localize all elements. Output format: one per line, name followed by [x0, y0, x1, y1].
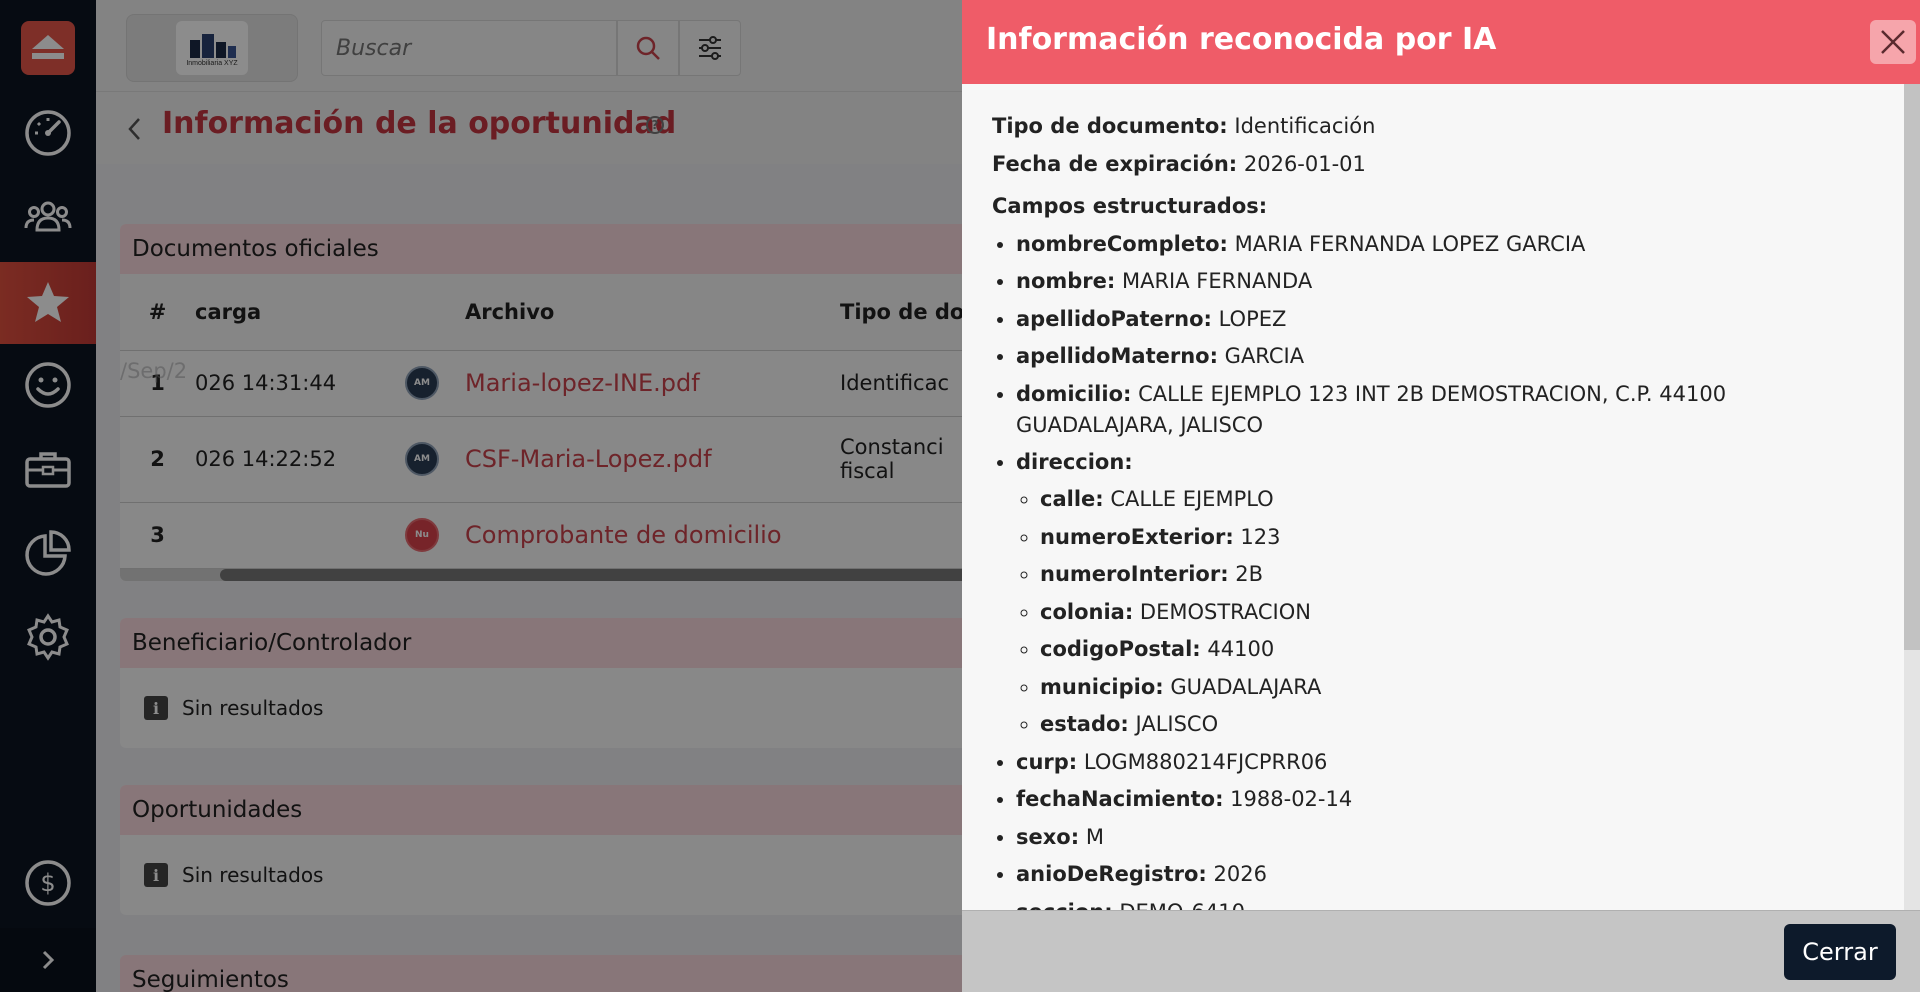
list-item: municipio: GUADALAJARA	[1040, 669, 1874, 707]
panel-header: Información reconocida por IA	[962, 0, 1920, 84]
fecha-expiracion: Fecha de expiración: 2026-01-01	[992, 151, 1366, 176]
list-item: anioDeRegistro: 2026	[1016, 856, 1874, 894]
close-icon	[1881, 30, 1905, 54]
list-item: codigoPostal: 44100	[1040, 631, 1874, 669]
list-item: fechaNacimiento: 1988-02-14	[1016, 781, 1874, 819]
list-item: numeroExterior: 123	[1040, 519, 1874, 557]
list-item: numeroInterior: 2B	[1040, 556, 1874, 594]
list-item: apellidoMaterno: GARCIA	[1016, 338, 1874, 376]
tipo-documento: Tipo de documento: Identificación	[992, 114, 1376, 138]
list-item: calle: CALLE EJEMPLO	[1040, 481, 1874, 519]
list-item: estado: JALISCO	[1040, 706, 1874, 744]
list-item: nombreCompleto: MARIA FERNANDA LOPEZ GAR…	[1016, 226, 1874, 264]
panel-body: Tipo de documento: Identificación Fecha …	[962, 84, 1904, 910]
list-item: direccion: calle: CALLE EJEMPLO numeroEx…	[1016, 444, 1874, 744]
list-item: seccion: DEMO-6410	[1016, 894, 1874, 911]
ai-info-panel: Información reconocida por IA Tipo de do…	[962, 0, 1920, 992]
modal-backdrop[interactable]	[0, 0, 962, 992]
list-item: colonia: DEMOSTRACION	[1040, 594, 1874, 632]
panel-title: Información reconocida por IA	[986, 22, 1497, 57]
list-item: nombre: MARIA FERNANDA	[1016, 263, 1874, 301]
list-item: sexo: M	[1016, 819, 1874, 857]
direccion-sublist: calle: CALLE EJEMPLO numeroExterior: 123…	[1016, 481, 1874, 744]
close-panel-button[interactable]	[1870, 20, 1916, 64]
campos-title: Campos estructurados:	[992, 194, 1268, 218]
list-item: domicilio: CALLE EJEMPLO 123 INT 2B DEMO…	[1016, 376, 1756, 444]
vertical-scrollbar[interactable]	[1904, 84, 1920, 910]
list-item: apellidoPaterno: LOPEZ	[1016, 301, 1874, 339]
cerrar-button[interactable]: Cerrar	[1784, 924, 1896, 980]
fields-list: nombreCompleto: MARIA FERNANDA LOPEZ GAR…	[992, 226, 1874, 911]
list-item: curp: LOGM880214FJCPRR06	[1016, 744, 1874, 782]
panel-footer: Cerrar	[962, 910, 1920, 992]
